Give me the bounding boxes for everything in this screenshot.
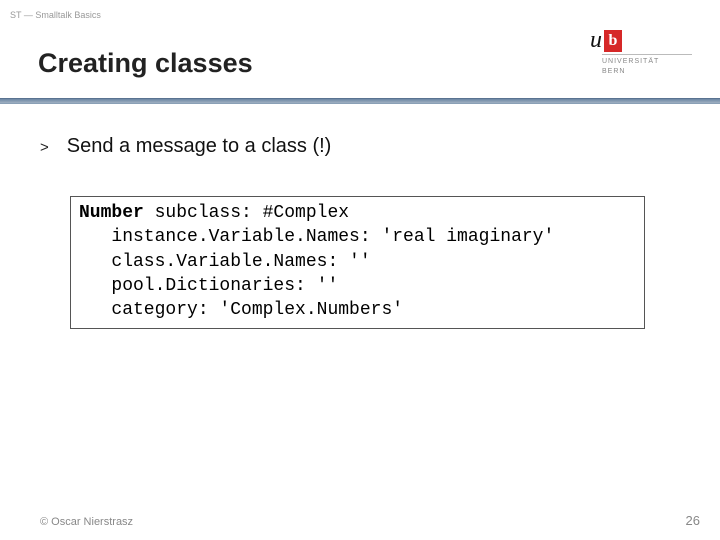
bullet-row: > Send a message to a class (!)	[40, 135, 331, 158]
logo-line1: UNIVERSITÄT	[602, 57, 700, 67]
logo-u-glyph: u	[590, 28, 602, 52]
code-line-4: pool.Dictionaries: ''	[79, 274, 636, 298]
code-line-3: class.Variable.Names: ''	[79, 250, 636, 274]
logo-text: UNIVERSITÄT BERN	[602, 57, 700, 77]
logo-mark: u b	[590, 28, 700, 52]
code-line-5: category: 'Complex.Numbers'	[79, 298, 636, 322]
bullet-text: Send a message to a class (!)	[67, 135, 332, 158]
university-logo: u b UNIVERSITÄT BERN	[590, 28, 700, 77]
code-block: Number subclass: #Complex instance.Varia…	[70, 196, 645, 329]
title-row: Creating classes u b UNIVERSITÄT BERN	[0, 48, 720, 79]
breadcrumb: ST — Smalltalk Basics	[10, 10, 101, 20]
code-line-2: instance.Variable.Names: 'real imaginary…	[79, 225, 636, 249]
page-title: Creating classes	[38, 48, 253, 79]
page-number: 26	[686, 513, 700, 528]
logo-line2: BERN	[602, 67, 700, 77]
code-rest-1: subclass: #Complex	[144, 203, 349, 223]
bullet-marker: >	[40, 139, 49, 156]
code-bold: Number	[79, 203, 144, 223]
section-divider	[0, 98, 720, 104]
logo-b-glyph: b	[604, 30, 622, 52]
logo-divider	[602, 54, 692, 55]
code-line-1: Number subclass: #Complex	[79, 201, 636, 225]
footer-copyright: © Oscar Nierstrasz	[40, 516, 133, 528]
